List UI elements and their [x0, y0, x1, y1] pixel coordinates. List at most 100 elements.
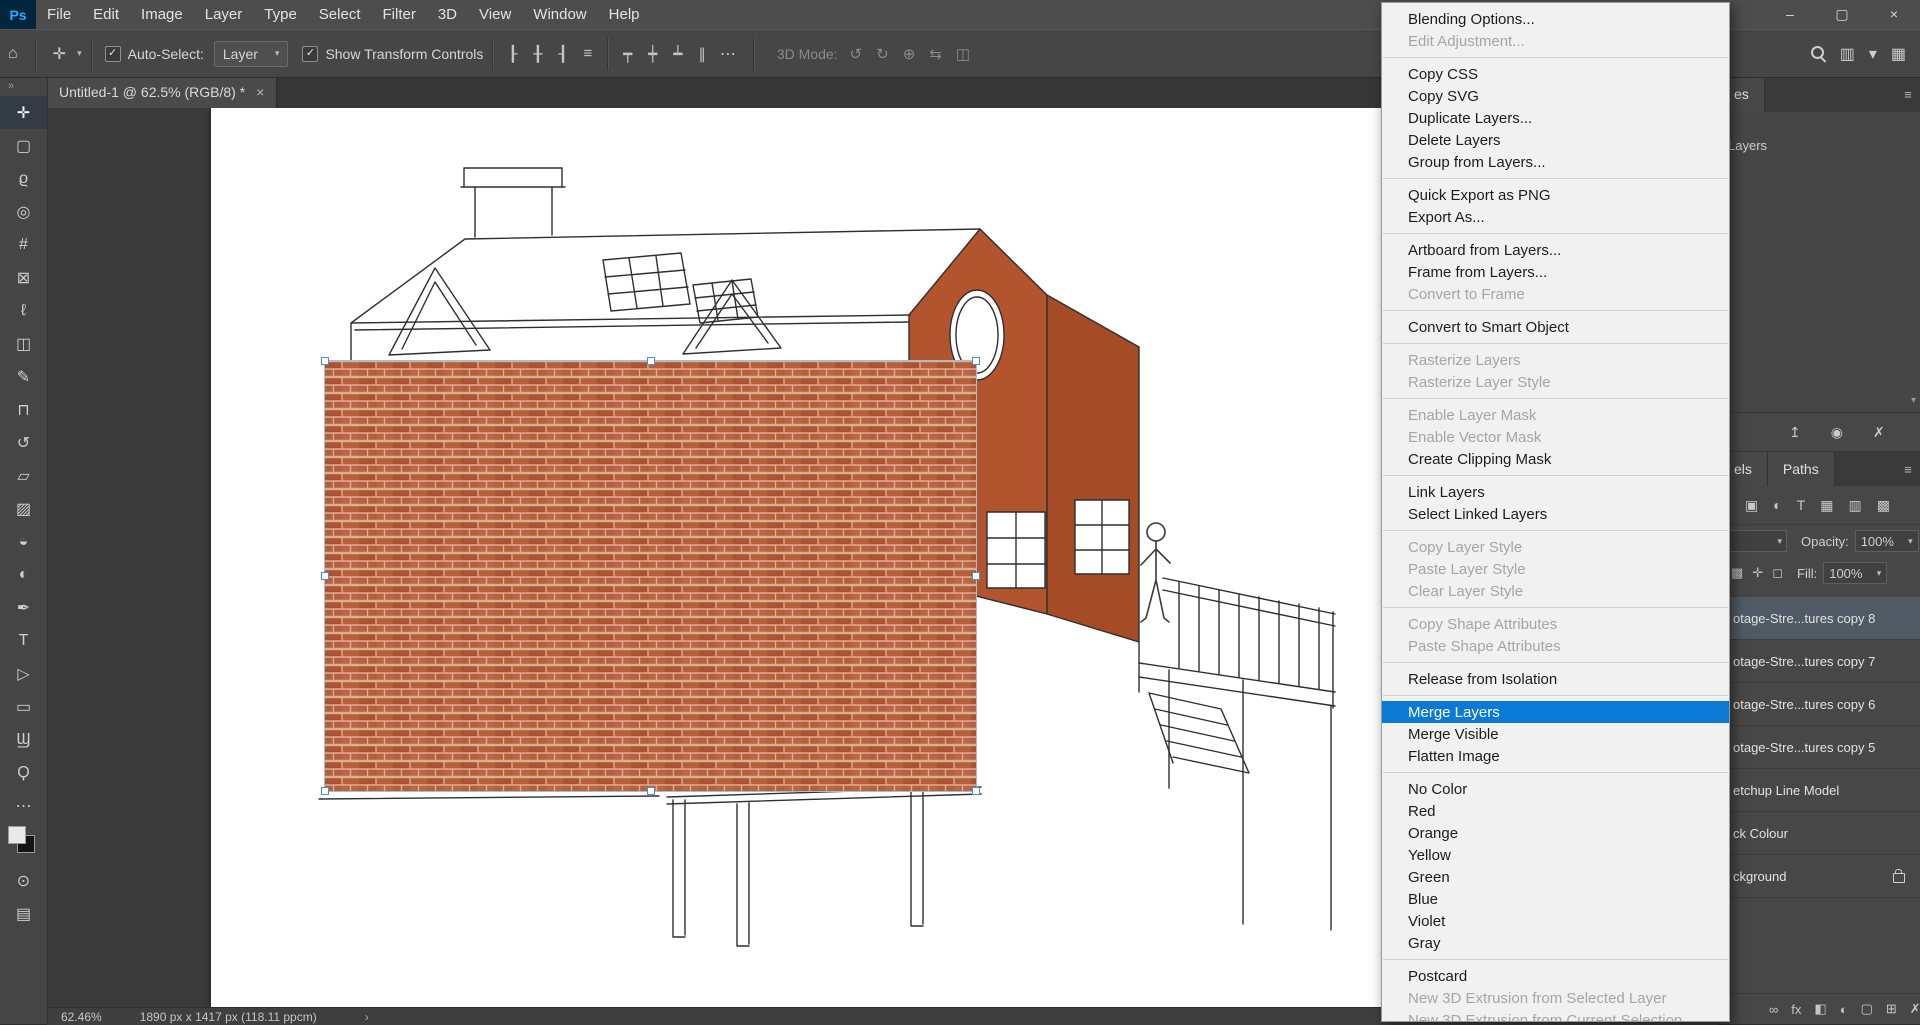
move-tool[interactable]: ✛	[0, 96, 47, 129]
context-menu-item[interactable]: New 3D Extrusion from Selected Layer	[1382, 987, 1729, 1009]
smart-filter-icon[interactable]: ▥	[1849, 497, 1862, 514]
dodge-tool[interactable]: ◐	[0, 558, 47, 591]
context-menu-item[interactable]: Clear Layer Style	[1382, 580, 1729, 602]
context-menu-item[interactable]: Duplicate Layers...	[1382, 107, 1729, 129]
context-menu-item[interactable]: Select Linked Layers	[1382, 503, 1729, 525]
status-chevron-icon[interactable]: ›	[365, 1010, 369, 1024]
move-tool-icon[interactable]: ✛	[45, 44, 74, 64]
shape-filter-icon[interactable]: ▦	[1820, 497, 1833, 514]
panel-menu-icon[interactable]: ≡	[1895, 452, 1920, 486]
align-right-icon[interactable]: ┨	[552, 45, 573, 63]
layer-effects-icon[interactable]: fx	[1791, 1002, 1801, 1017]
context-menu-item[interactable]: Merge Visible	[1382, 723, 1729, 745]
clone-stamp-tool[interactable]: ⊓	[0, 393, 47, 426]
eraser-tool[interactable]: ▱	[0, 459, 47, 492]
scroll-down-icon[interactable]: ▾	[1911, 395, 1916, 406]
layer-row[interactable]: ckground	[1719, 855, 1920, 898]
context-menu-item[interactable]: Enable Layer Mask	[1382, 404, 1729, 426]
search-icon[interactable]	[1811, 46, 1826, 61]
context-menu-item[interactable]: New 3D Extrusion from Current Selection	[1382, 1009, 1729, 1022]
more-options-icon[interactable]: ⋯	[712, 44, 744, 64]
type-tool[interactable]: T	[0, 624, 47, 657]
context-menu-item[interactable]: Copy Shape Attributes	[1382, 613, 1729, 635]
blur-tool[interactable]: ◒	[0, 525, 47, 558]
color-swatches[interactable]	[0, 822, 47, 864]
auto-select-target-dropdown[interactable]: Layer ▾	[214, 41, 289, 67]
frame-tool[interactable]: ⊠	[0, 261, 47, 294]
menubar-item[interactable]: Edit	[82, 0, 130, 29]
healing-brush-tool[interactable]: ◫	[0, 327, 47, 360]
rectangle-tool[interactable]: ▭	[0, 690, 47, 723]
distribute-v-icon[interactable]: ∥	[692, 45, 712, 63]
align-center-h-icon[interactable]: ╂	[527, 45, 548, 63]
quick-mask-icon[interactable]: ⊙	[0, 864, 47, 897]
new-layer-icon[interactable]: ⊞	[1886, 1001, 1897, 1017]
context-menu-item[interactable]: Violet	[1382, 910, 1729, 932]
menubar-item[interactable]: 3D	[427, 0, 468, 29]
context-menu-item[interactable]: Yellow	[1382, 844, 1729, 866]
foreground-color-swatch[interactable]	[8, 826, 26, 844]
lock-all-icon[interactable]: ◻	[1772, 565, 1783, 581]
adjustment-layer-icon[interactable]: ◐	[1840, 1002, 1848, 1017]
context-menu-item[interactable]: Rasterize Layer Style	[1382, 371, 1729, 393]
align-bottom-icon[interactable]: ┷	[667, 45, 688, 63]
context-menu-item[interactable]: Paste Layer Style	[1382, 558, 1729, 580]
attr-filter-icon[interactable]: ▩	[1877, 497, 1890, 514]
pixel-filter-icon[interactable]: ▣	[1745, 497, 1758, 514]
panel-menu-icon[interactable]: ≡	[1895, 76, 1920, 112]
layer-row[interactable]: otage-Stre...tures copy 7	[1719, 640, 1920, 683]
layer-mask-icon[interactable]: ◧	[1814, 1001, 1826, 1017]
maximize-button[interactable]: ▢	[1816, 0, 1868, 29]
minimize-button[interactable]: –	[1764, 0, 1816, 29]
context-menu-item[interactable]: Enable Vector Mask	[1382, 426, 1729, 448]
context-menu-item[interactable]: Quick Export as PNG	[1382, 184, 1729, 206]
context-menu-item[interactable]: Paste Shape Attributes	[1382, 635, 1729, 657]
lasso-tool[interactable]: ϱ	[0, 162, 47, 195]
transform-handle[interactable]	[321, 357, 329, 365]
home-icon[interactable]: ⌂	[0, 45, 26, 63]
menubar-item[interactable]: View	[468, 0, 522, 29]
context-menu-item[interactable]: Postcard	[1382, 965, 1729, 987]
delete-layer-icon[interactable]: ✗	[1910, 1001, 1920, 1017]
align-middle-icon[interactable]: ┿	[642, 45, 663, 63]
transform-handle[interactable]	[321, 572, 329, 580]
eyedropper-tool[interactable]: ℓ	[0, 294, 47, 327]
layer-row[interactable]: otage-Stre...tures copy 6	[1719, 683, 1920, 726]
transform-handle[interactable]	[972, 572, 980, 580]
context-menu-item[interactable]: Copy CSS	[1382, 63, 1729, 85]
menubar-item[interactable]: Select	[308, 0, 372, 29]
transform-handle[interactable]	[321, 787, 329, 795]
workspace-switcher-icon[interactable]: ▦	[1891, 44, 1906, 64]
context-menu-item[interactable]: Copy SVG	[1382, 85, 1729, 107]
context-menu-item[interactable]: No Color	[1382, 778, 1729, 800]
context-menu-item[interactable]: Group from Layers...	[1382, 151, 1729, 173]
menubar-item[interactable]: Image	[130, 0, 194, 29]
menubar-item[interactable]: Type	[253, 0, 308, 29]
layer-row[interactable]: etchup Line Model	[1719, 769, 1920, 812]
lock-position-icon[interactable]: ✛	[1752, 565, 1763, 581]
layer-row[interactable]: ck Colour	[1719, 812, 1920, 855]
transform-handle[interactable]	[647, 357, 655, 365]
fill-field[interactable]: 100% ▾	[1823, 562, 1887, 584]
context-menu-item[interactable]: Green	[1382, 866, 1729, 888]
link-layers-icon[interactable]: ∞	[1769, 1002, 1778, 1017]
brick-texture-layer[interactable]	[325, 361, 976, 791]
workspace-panel-icon[interactable]: ▥	[1840, 44, 1855, 64]
adjustment-filter-icon[interactable]: ◐	[1773, 497, 1781, 513]
close-button[interactable]: ×	[1868, 0, 1920, 29]
layer-row[interactable]: otage-Stre...tures copy 5	[1719, 726, 1920, 769]
transform-handle[interactable]	[647, 787, 655, 795]
context-menu-item[interactable]: Artboard from Layers...	[1382, 239, 1729, 261]
crop-tool[interactable]: #	[0, 228, 47, 261]
align-left-icon[interactable]: ┠	[502, 45, 523, 63]
history-brush-tool[interactable]: ↺	[0, 426, 47, 459]
context-menu-item[interactable]: Export As...	[1382, 206, 1729, 228]
screen-mode-icon[interactable]: ▤	[0, 897, 47, 930]
hand-tool[interactable]: Ϣ	[0, 723, 47, 756]
chevron-down-icon[interactable]: ▾	[77, 48, 82, 59]
menubar-item[interactable]: Help	[598, 0, 651, 29]
menubar-item[interactable]: Filter	[372, 0, 427, 29]
menubar-item[interactable]: Window	[522, 0, 597, 29]
context-menu-item[interactable]: Flatten Image	[1382, 745, 1729, 767]
context-menu-item[interactable]: Convert to Frame	[1382, 283, 1729, 305]
